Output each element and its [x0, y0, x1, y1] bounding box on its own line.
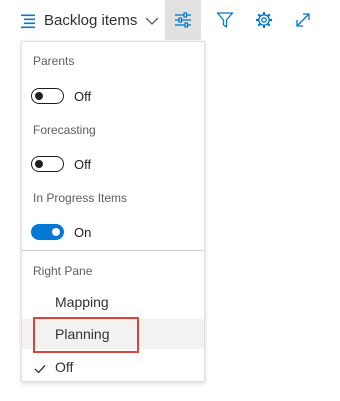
view-picker-label: Backlog items: [44, 12, 138, 29]
in-progress-label: In Progress Items: [33, 191, 128, 205]
in-progress-toggle[interactable]: On: [31, 223, 91, 241]
parents-switch[interactable]: [31, 88, 64, 104]
right-pane-option-planning[interactable]: Planning: [22, 319, 204, 349]
backlog-list-icon: [20, 13, 36, 29]
parents-toggle[interactable]: Off: [31, 87, 91, 105]
expand-icon: [294, 11, 312, 29]
parents-state: Off: [74, 88, 92, 104]
divider: [22, 250, 204, 251]
filter-icon: [216, 11, 234, 29]
view-options-button[interactable]: [165, 0, 201, 40]
chevron-down-icon: [145, 16, 159, 26]
toolbar: Backlog items: [0, 0, 340, 41]
right-pane-option-mapping[interactable]: Mapping: [22, 287, 204, 317]
checkmark-icon: [34, 361, 46, 377]
settings-button[interactable]: [246, 0, 282, 40]
forecasting-label: Forecasting: [33, 123, 96, 137]
parents-label: Parents: [33, 54, 75, 68]
filter-button[interactable]: [207, 0, 243, 40]
right-pane-option-off[interactable]: Off: [22, 352, 204, 382]
expand-button[interactable]: [285, 0, 321, 40]
gear-icon: [255, 11, 273, 29]
option-label: Off: [55, 359, 74, 375]
in-progress-state: On: [74, 224, 92, 240]
forecasting-toggle[interactable]: Off: [31, 155, 91, 173]
view-options-panel: Parents Off Forecasting Off In Progress …: [21, 41, 205, 382]
forecasting-state: Off: [74, 156, 92, 172]
view-options-icon: [174, 11, 192, 29]
forecasting-switch[interactable]: [31, 156, 64, 172]
view-picker[interactable]: Backlog items: [20, 4, 159, 37]
in-progress-switch[interactable]: [31, 224, 64, 240]
right-pane-label: Right Pane: [33, 264, 93, 278]
option-label: Mapping: [55, 294, 109, 310]
option-label: Planning: [55, 326, 110, 342]
